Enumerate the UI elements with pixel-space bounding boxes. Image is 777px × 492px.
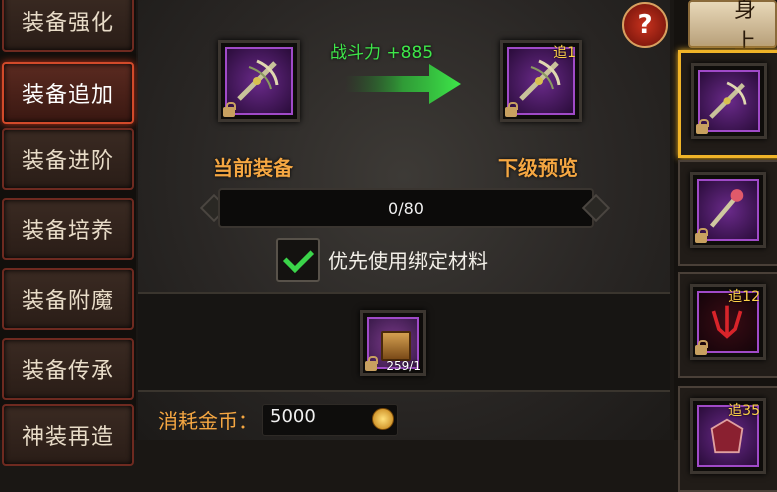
progress-bar: 0/80 [218, 188, 594, 228]
progress-text: 0/80 [388, 198, 424, 218]
tab-equip-inherit[interactable]: 装备传承 [2, 338, 134, 400]
tab-equip-enchant[interactable]: 装备附魔 [2, 268, 134, 330]
question-icon: ? [637, 10, 653, 40]
tab-label: 装备传承 [21, 359, 114, 384]
tab-equip-advance[interactable]: 装备进阶 [2, 128, 134, 190]
cost-value: 5000 [270, 406, 316, 427]
append-level-tag: 追1 [553, 45, 576, 61]
equipped-item[interactable] [678, 160, 777, 266]
prefer-bound-materials-label: 优先使用绑定材料 [328, 249, 488, 273]
material-count: 259/1 [386, 359, 421, 373]
item-slot: 追35 [690, 398, 766, 474]
lock-icon [696, 119, 709, 134]
material-slot[interactable]: 259/1 [360, 310, 426, 376]
arrow-right-icon [345, 64, 461, 104]
next-level-label: 下级预览 [498, 156, 578, 180]
cost-label: 消耗金币： [158, 409, 258, 433]
append-level-tag: 追12 [728, 289, 760, 305]
lock-icon [223, 102, 236, 117]
lock-icon [695, 228, 708, 243]
tab-label: 装备进阶 [21, 149, 114, 174]
current-equipment-label: 当前装备 [213, 156, 293, 180]
tab-label: 装备追加 [21, 83, 114, 108]
tab-equip-enhance[interactable]: 装备强化 [2, 0, 134, 52]
current-equipment-slot[interactable] [218, 40, 300, 122]
staff-icon-graphic [709, 189, 744, 228]
tab-label: 神装再造 [21, 425, 114, 450]
gold-coin-icon [372, 408, 394, 430]
lock-icon [695, 340, 708, 355]
lock-icon [505, 102, 518, 117]
next-level-preview-slot[interactable]: 追1 [500, 40, 582, 122]
item-slot [691, 63, 767, 139]
tab-equipped[interactable]: 身上 [688, 0, 777, 55]
crossbow-icon-graphic [237, 59, 279, 101]
item-slot [690, 172, 766, 248]
tab-label: 装备附魔 [21, 289, 114, 314]
append-level-tag: 追35 [728, 403, 760, 419]
lock-icon [365, 356, 378, 371]
tab-label: 装备培养 [21, 219, 114, 244]
equipped-item[interactable]: 追35 [678, 386, 777, 492]
tab-divine-remake[interactable]: 神装再造 [2, 404, 134, 466]
power-increase: 战斗力 +885 [330, 43, 434, 63]
tab-label: 身上 [734, 0, 757, 55]
crossbow-icon-graphic [709, 81, 747, 119]
equipped-item[interactable] [678, 50, 777, 158]
equipped-item[interactable]: 追12 [678, 272, 777, 378]
item-slot: 追12 [690, 284, 766, 360]
chest-icon [381, 331, 411, 361]
tab-label: 装备强化 [21, 11, 114, 36]
help-button[interactable]: ? [622, 2, 668, 48]
tab-equip-append[interactable]: 装备追加 [2, 62, 134, 124]
tab-equip-cultivate[interactable]: 装备培养 [2, 198, 134, 260]
prefer-bound-materials-checkbox[interactable] [276, 238, 320, 282]
checkmark-icon [282, 241, 314, 273]
